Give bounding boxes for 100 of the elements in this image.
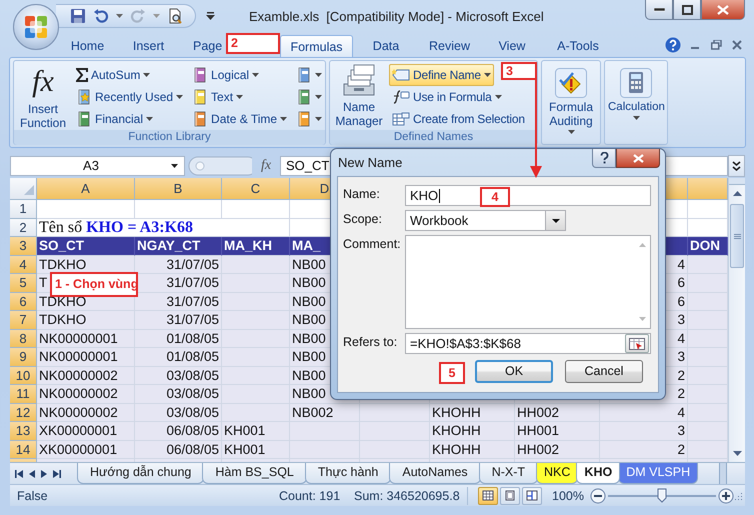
row-header[interactable]: 11 [10, 385, 37, 404]
vertical-scrollbar[interactable] [728, 178, 745, 462]
recently-used-button[interactable]: Recently Used [73, 86, 186, 108]
define-name-button[interactable]: Define Name [389, 64, 494, 86]
column-header[interactable]: C [222, 178, 290, 200]
table-cell: 06/08/05 [135, 422, 222, 440]
table-cell [222, 256, 290, 274]
ribbon-tab[interactable]: Formulas [280, 35, 353, 57]
create-from-selection-button[interactable]: Create from Selection [389, 108, 528, 130]
restore-icon[interactable] [711, 40, 722, 50]
close-icon[interactable] [732, 40, 742, 50]
help-icon[interactable] [665, 36, 681, 52]
table-cell: SO_CT [37, 237, 135, 256]
autosum-button[interactable]: AutoSum [73, 64, 154, 86]
table-cell [222, 200, 290, 218]
scope-dropdown[interactable]: Workbook [405, 210, 566, 231]
row-header[interactable]: 12 [10, 404, 37, 422]
table-cell: 31/07/05 [135, 292, 222, 311]
row-header[interactable]: 9 [10, 348, 37, 366]
ok-button[interactable]: OK [475, 360, 553, 383]
table-cell: 01/08/05 [135, 348, 222, 366]
previous-sheet-icon[interactable] [29, 470, 35, 478]
sheet-tab[interactable]: Thực hành [304, 463, 392, 484]
row-header[interactable]: 5 [10, 274, 37, 292]
sheet-tab[interactable]: Hướng dẫn chung [77, 463, 204, 484]
row-header[interactable]: 8 [10, 330, 37, 348]
close-button[interactable] [616, 149, 660, 168]
page-break-view-button[interactable] [522, 486, 542, 504]
name-manager-button[interactable]: Name Manager [332, 64, 386, 130]
row-header[interactable]: 7 [10, 311, 37, 330]
date-time-button[interactable]: Date & Time [189, 108, 290, 130]
expand-button[interactable] [728, 154, 745, 176]
book-icon [192, 66, 208, 84]
column-header[interactable]: B [135, 178, 222, 200]
ribbon-tab[interactable]: Page [179, 35, 220, 57]
normal-view-button[interactable] [478, 486, 498, 504]
ribbon-tab[interactable]: Insert [118, 35, 179, 57]
slider-thumb[interactable] [657, 488, 667, 502]
page-layout-view-button[interactable] [500, 486, 520, 504]
group-label: Defined Names [330, 130, 537, 145]
sheet-tab[interactable]: N-X-T [478, 463, 538, 484]
insert-function-button[interactable]: fx [255, 158, 277, 174]
row-header[interactable]: 6 [10, 292, 37, 311]
first-sheet-icon[interactable] [15, 470, 23, 478]
scroll-up-icon [638, 243, 646, 247]
table-cell: 01/08/05 [135, 330, 222, 348]
undo-icon[interactable] [93, 8, 109, 24]
close-icon [632, 154, 644, 162]
ribbon-tab[interactable]: A-Tools [544, 35, 612, 57]
refers-to-field[interactable]: =KHO!$A$3:$K$68 [405, 333, 651, 354]
collapse-dialog-button[interactable] [625, 334, 649, 353]
row-header[interactable]: 10 [10, 366, 37, 385]
save-icon[interactable] [70, 8, 86, 24]
column-header[interactable]: A [37, 178, 135, 200]
sheet-tab[interactable]: AutoNames [389, 463, 481, 484]
last-sheet-icon[interactable] [53, 470, 61, 478]
next-sheet-icon[interactable] [41, 470, 47, 478]
row-header[interactable]: 3 [10, 237, 37, 256]
customize-menu-icon[interactable] [206, 12, 215, 20]
scroll-thumb[interactable] [730, 204, 744, 268]
sheet-tab[interactable]: NKC [536, 463, 578, 484]
text-button[interactable]: Text [189, 86, 246, 108]
ribbon-tab[interactable]: Review [419, 35, 480, 57]
cancel-button[interactable]: Cancel [565, 360, 643, 383]
maximize-button[interactable] [673, 0, 701, 20]
sheet-tab[interactable]: KHO [576, 463, 620, 484]
minimize-button[interactable] [645, 0, 673, 20]
insert-function-button[interactable]: fx Insert Function [16, 64, 70, 130]
row-header[interactable]: 4 [10, 256, 37, 274]
sheet-tab[interactable]: DM VLSPH [618, 463, 698, 484]
office-button[interactable] [13, 4, 59, 50]
close-icon [717, 4, 729, 14]
row-header[interactable]: 13 [10, 422, 37, 440]
help-button[interactable] [592, 149, 616, 168]
name-box[interactable]: A3 [10, 156, 185, 176]
use-in-formula-button[interactable]: Use in Formula [389, 86, 505, 108]
table-cell [688, 274, 728, 292]
table-cell: KHOHH [430, 440, 515, 459]
splitter-handle[interactable] [188, 156, 252, 176]
print-preview-icon[interactable] [167, 8, 183, 24]
ribbon-tab[interactable]: View [480, 35, 544, 57]
sheet-tab[interactable]: Hàm BS_SQL [202, 463, 307, 484]
financial-button[interactable]: Financial [73, 108, 156, 130]
zoom-in-icon[interactable] [718, 488, 734, 504]
row-header[interactable]: 14 [10, 440, 37, 459]
row-header[interactable]: 2 [10, 218, 37, 237]
tab-split-handle[interactable] [719, 463, 727, 484]
table-cell: Tên sổ KHO = A3:K68 [37, 218, 290, 237]
zoom-out-icon[interactable] [590, 488, 606, 504]
zoom-slider[interactable] [608, 488, 716, 504]
logical-button[interactable]: Logical [189, 64, 262, 86]
ribbon-tab[interactable]: Home [57, 35, 118, 57]
close-button[interactable] [701, 0, 745, 20]
table-cell [688, 366, 728, 385]
zoom-level[interactable]: 100% [552, 488, 590, 502]
ribbon-tab[interactable]: Data [353, 35, 419, 57]
scroll-down-icon[interactable] [732, 451, 742, 456]
page-break-icon [526, 490, 538, 501]
row-header[interactable]: 1 [10, 200, 37, 218]
scroll-up-icon[interactable] [732, 191, 742, 196]
